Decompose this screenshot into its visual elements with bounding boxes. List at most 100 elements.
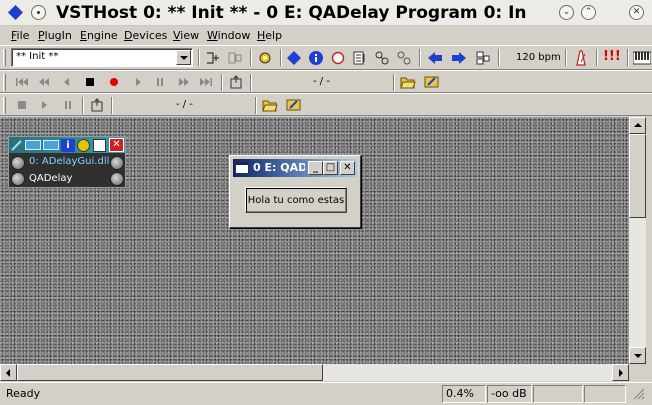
plugin-editor-window[interactable]: 0 E: QADelay _ □ ✕ Hola tu como estas bbox=[229, 155, 361, 228]
chain-before-button[interactable] bbox=[203, 48, 223, 67]
player-export-button[interactable] bbox=[87, 95, 107, 114]
document-list-icon[interactable] bbox=[93, 139, 106, 152]
bpm-readout[interactable]: 120 bpm bbox=[516, 52, 561, 63]
title-bar[interactable]: VSTHost 0: ** Init ** - 0 E: QADelay Pro… bbox=[0, 0, 652, 26]
player-pause-button[interactable] bbox=[58, 95, 78, 114]
close-button[interactable]: ✕ bbox=[629, 5, 644, 20]
fast-forward-button[interactable] bbox=[174, 72, 194, 91]
metronome-button[interactable] bbox=[571, 48, 591, 67]
skip-back-icon bbox=[16, 77, 28, 86]
midi-out-icon[interactable] bbox=[43, 140, 59, 150]
gear-icon[interactable] bbox=[77, 139, 90, 152]
menu-help[interactable]: Help bbox=[257, 29, 282, 42]
player-settings-button[interactable] bbox=[284, 95, 304, 114]
vertical-scroll-thumb[interactable] bbox=[629, 134, 646, 218]
toolbar-separator bbox=[393, 74, 395, 91]
edit-icon[interactable] bbox=[11, 139, 23, 151]
plugin-name[interactable]: 0: ADelayGui.dll bbox=[29, 156, 109, 167]
plugin-button[interactable] bbox=[284, 48, 304, 67]
maximize-button[interactable]: ⌃ bbox=[581, 5, 596, 20]
rewind-start-button[interactable] bbox=[12, 72, 32, 91]
toolbar-separator bbox=[419, 49, 421, 66]
editor-close-button[interactable]: ✕ bbox=[340, 161, 355, 175]
knob-icon[interactable] bbox=[11, 172, 25, 186]
panic-button[interactable]: !!! bbox=[603, 49, 621, 64]
pause-button[interactable] bbox=[150, 72, 170, 91]
transport-toolbar: - / - bbox=[0, 70, 652, 93]
window-icon[interactable] bbox=[235, 161, 249, 174]
close-icon[interactable]: ✕ bbox=[109, 138, 124, 152]
step-back-button[interactable] bbox=[56, 72, 76, 91]
player-stop-button[interactable] bbox=[12, 95, 32, 114]
plugin-program[interactable]: QADelay bbox=[29, 173, 72, 184]
knob-icon[interactable] bbox=[110, 156, 124, 170]
info-icon bbox=[309, 50, 323, 65]
player-play-button[interactable] bbox=[34, 95, 54, 114]
vertical-scrollbar[interactable] bbox=[629, 117, 646, 364]
menu-plugin[interactable]: PlugIn bbox=[38, 29, 72, 42]
scroll-left-button[interactable] bbox=[0, 364, 17, 381]
keyboard-button[interactable] bbox=[632, 48, 652, 67]
fast-forward-icon bbox=[179, 77, 189, 86]
plugin-widget[interactable]: i ✕ 0: ADelayGui.dll QADelay bbox=[8, 136, 126, 188]
record-button[interactable] bbox=[104, 72, 124, 91]
menu-devices[interactable]: Devices bbox=[124, 29, 167, 42]
wrench-icon bbox=[424, 76, 439, 87]
program-select[interactable]: ** Init ** bbox=[11, 48, 193, 67]
menu-engine[interactable]: Engine bbox=[80, 29, 118, 42]
next-plugin-button[interactable] bbox=[449, 48, 469, 67]
chain-after-button[interactable] bbox=[225, 48, 245, 67]
plugin-list-button[interactable] bbox=[473, 48, 493, 67]
vsthost-diamond-icon[interactable] bbox=[8, 5, 23, 20]
hello-button[interactable]: Hola tu como estas bbox=[245, 187, 347, 213]
editor-title-bar[interactable]: 0 E: QADelay _ □ ✕ bbox=[233, 159, 357, 177]
metronome-icon bbox=[576, 49, 586, 66]
plugin-bypass-button[interactable] bbox=[328, 48, 348, 67]
menu-bar: File PlugIn Engine Devices View Window H… bbox=[0, 27, 652, 45]
plugin-params-button[interactable] bbox=[350, 48, 370, 67]
knob-icon[interactable] bbox=[11, 156, 25, 170]
open-file-button[interactable] bbox=[398, 72, 418, 91]
toolbar-separator bbox=[198, 49, 200, 66]
window-menu-icon[interactable] bbox=[31, 5, 46, 20]
resize-grip-icon[interactable] bbox=[627, 385, 649, 403]
plugin-connect-button[interactable] bbox=[372, 48, 392, 67]
toolbar-grip[interactable] bbox=[3, 74, 6, 91]
scroll-right-button[interactable] bbox=[612, 364, 629, 381]
skip-end-button[interactable] bbox=[196, 72, 216, 91]
chevron-down-icon[interactable] bbox=[176, 50, 191, 65]
midi-in-icon[interactable] bbox=[25, 140, 41, 150]
stop-button[interactable] bbox=[80, 72, 100, 91]
plugin-info-button[interactable] bbox=[306, 48, 326, 67]
menu-file[interactable]: File bbox=[11, 29, 29, 42]
editor-maximize-button[interactable]: □ bbox=[323, 161, 338, 175]
knob-icon[interactable] bbox=[110, 172, 124, 186]
rewind-button[interactable] bbox=[34, 72, 54, 91]
horizontal-scrollbar[interactable] bbox=[0, 364, 629, 381]
play-button[interactable] bbox=[128, 72, 148, 91]
pause-icon bbox=[157, 77, 163, 86]
toolbar-separator bbox=[596, 49, 598, 66]
toolbar-grip[interactable] bbox=[3, 49, 6, 66]
connect-icon bbox=[375, 51, 389, 64]
status-panel-empty bbox=[533, 385, 583, 403]
export-button[interactable] bbox=[226, 72, 246, 91]
editor-minimize-button[interactable]: _ bbox=[308, 161, 323, 175]
info-icon[interactable]: i bbox=[61, 139, 75, 152]
plugin-disconnect-button[interactable] bbox=[394, 48, 414, 67]
player-open-button[interactable] bbox=[260, 95, 280, 114]
stop-icon bbox=[18, 100, 26, 109]
stack-icon bbox=[476, 51, 490, 64]
toolbar-separator bbox=[250, 49, 252, 66]
previous-plugin-button[interactable] bbox=[425, 48, 445, 67]
scroll-down-button[interactable] bbox=[629, 347, 646, 364]
file-settings-button[interactable] bbox=[422, 72, 442, 91]
menu-view[interactable]: View bbox=[173, 29, 199, 42]
minimize-button[interactable]: ⌄ bbox=[559, 5, 574, 20]
toolbar-separator bbox=[627, 49, 629, 66]
plugin-settings-button[interactable] bbox=[255, 48, 275, 67]
menu-window[interactable]: Window bbox=[207, 29, 250, 42]
horizontal-scroll-thumb[interactable] bbox=[17, 364, 323, 381]
scroll-up-button[interactable] bbox=[629, 117, 646, 134]
toolbar-grip[interactable] bbox=[3, 97, 6, 114]
